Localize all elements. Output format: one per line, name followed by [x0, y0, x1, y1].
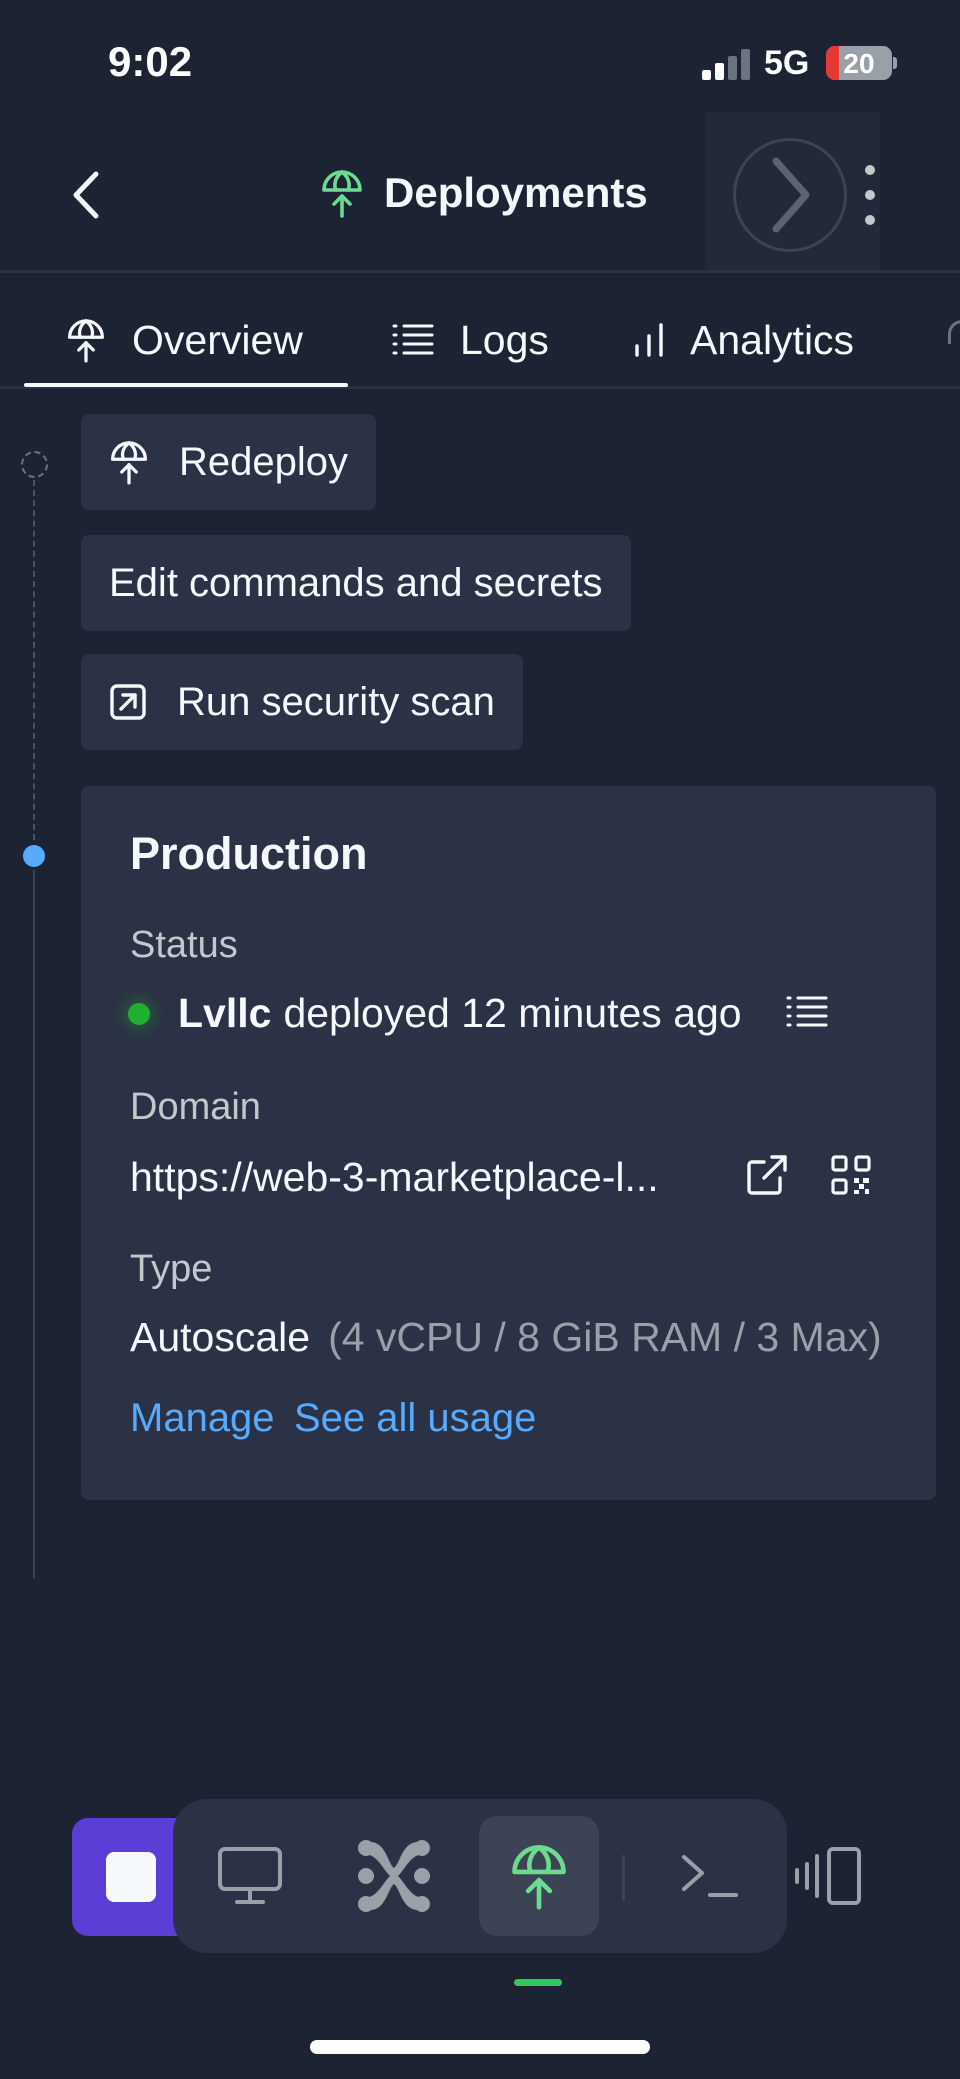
signal-icon: [702, 48, 750, 80]
timeline-pending-dot: [21, 451, 48, 478]
devices-icon: [795, 1847, 861, 1905]
timeline-active-dot: [23, 845, 45, 867]
edit-commands-button[interactable]: Edit commands and secrets: [81, 535, 631, 631]
domain-link[interactable]: https://web-3-marketplace-l...: [130, 1154, 659, 1201]
status-label: Status: [130, 924, 238, 966]
dock-shell-button[interactable]: [650, 1816, 770, 1936]
bar-chart-icon: [635, 323, 663, 357]
terminal-icon: [682, 1855, 738, 1897]
deploy-icon: [512, 1845, 566, 1910]
home-indicator: [310, 2040, 650, 2054]
tab-label: Logs: [460, 316, 549, 363]
active-tab-indicator: [24, 383, 348, 387]
production-title: Production: [130, 828, 368, 879]
dock-workflows-button[interactable]: [334, 1816, 454, 1936]
manage-link[interactable]: Manage: [130, 1396, 275, 1441]
dock-devices-button[interactable]: [768, 1816, 888, 1936]
tab-overview[interactable]: Overview: [66, 300, 303, 380]
redeploy-button[interactable]: Redeploy: [81, 414, 377, 510]
status-row: Lvllc deployed 12 minutes ago: [128, 990, 742, 1037]
qr-code-button[interactable]: [830, 1154, 872, 1201]
tab-label: Analytics: [690, 316, 855, 363]
chevron-right-icon: [772, 157, 810, 233]
domain-label: Domain: [130, 1086, 261, 1128]
page-title: Deployments: [384, 169, 648, 216]
battery-icon: 20: [826, 46, 892, 80]
tab-logs[interactable]: Logs: [392, 300, 549, 380]
header-divider: [0, 270, 960, 273]
type-label: Type: [130, 1248, 213, 1290]
more-menu-button[interactable]: [862, 165, 878, 225]
back-button[interactable]: [60, 160, 110, 230]
external-scan-icon: [110, 684, 146, 720]
chevron-left-icon: [73, 171, 99, 219]
dock-deployments-button[interactable]: [479, 1816, 599, 1936]
security-scan-button[interactable]: Run security scan: [81, 654, 523, 750]
battery-level: 20: [843, 48, 875, 79]
tab-analytics[interactable]: Analytics: [634, 300, 854, 380]
network-label: 5G: [764, 44, 810, 82]
deploy-icon: [322, 170, 362, 218]
list-icon: [786, 996, 828, 1027]
type-value: Autoscale: [130, 1314, 311, 1360]
external-link-icon: [747, 1155, 787, 1195]
workflow-icon: [358, 1840, 430, 1912]
deploy-icon: [111, 441, 147, 485]
battery-tip: [893, 57, 897, 69]
status-time: 9:02: [108, 38, 193, 85]
dock-desktop-button[interactable]: [190, 1816, 310, 1936]
desktop-icon: [218, 1847, 282, 1904]
production-card: [81, 786, 936, 1500]
type-detail: (4 vCPU / 8 GiB RAM / 3 Max): [328, 1314, 882, 1360]
tab-label: Overview: [132, 316, 303, 363]
status-dot: [128, 1002, 150, 1025]
tab-overflow-icon: [948, 320, 960, 344]
see-all-usage-link[interactable]: See all usage: [294, 1396, 536, 1441]
deploy-icon: [68, 319, 104, 363]
list-icon: [392, 324, 434, 355]
redeploy-label: Redeploy: [179, 439, 349, 484]
open-domain-button[interactable]: [746, 1154, 788, 1201]
deployer-name: Lvllc: [178, 990, 272, 1036]
edit-commands-label: Edit commands and secrets: [109, 560, 603, 605]
header-title-group: Deployments: [320, 168, 648, 218]
security-scan-label: Run security scan: [177, 679, 495, 724]
dock-separator: [622, 1855, 625, 1901]
timeline-dashed-line: [33, 480, 35, 840]
stop-icon: [106, 1852, 156, 1902]
type-row: Autoscale (4 vCPU / 8 GiB RAM / 3 Max): [130, 1314, 882, 1361]
dock-active-indicator: [514, 1979, 562, 1986]
status-text: deployed 12 minutes ago: [283, 990, 742, 1036]
timeline-line: [33, 870, 35, 1578]
qr-code-icon: [831, 1155, 871, 1195]
next-button[interactable]: [733, 138, 847, 252]
view-logs-button[interactable]: [786, 994, 828, 1035]
